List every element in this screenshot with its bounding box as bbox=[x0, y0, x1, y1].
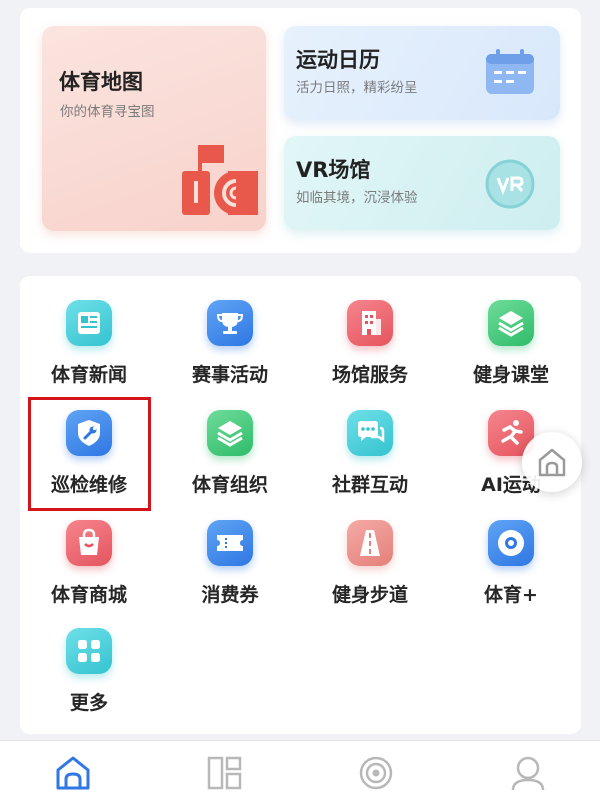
building-icon bbox=[347, 300, 393, 346]
feature-card: 体育地图 你的体育寻宝图 运动日历 活力日照，精彩纷呈 VR场馆 如临其境，沉浸… bbox=[20, 8, 581, 253]
service-venue[interactable]: 场馆服务 bbox=[315, 300, 425, 400]
ticket-icon bbox=[207, 520, 253, 566]
shopping-bag-icon bbox=[66, 520, 112, 566]
service-sports-plus[interactable]: 体育+ bbox=[456, 520, 566, 620]
service-label: 体育新闻 bbox=[50, 364, 127, 386]
sports-map-subtitle: 你的体育寻宝图 bbox=[60, 104, 155, 120]
trophy-icon bbox=[207, 300, 253, 346]
target-icon bbox=[359, 756, 393, 790]
sports-map-title: 体育地图 bbox=[59, 70, 143, 94]
tab-home[interactable] bbox=[53, 753, 93, 793]
service-sports-org[interactable]: 体育组织 bbox=[175, 410, 285, 510]
service-label: 健身课堂 bbox=[472, 364, 549, 386]
user-icon bbox=[511, 756, 545, 791]
grid-icon bbox=[66, 628, 112, 674]
highlight-box bbox=[28, 397, 151, 511]
road-icon bbox=[347, 520, 393, 566]
chat-bubbles-icon bbox=[347, 410, 393, 456]
service-label: 消费券 bbox=[201, 584, 259, 606]
service-label: 体育组织 bbox=[191, 474, 268, 496]
service-label: 场馆服务 bbox=[331, 364, 408, 386]
service-label: 体育商城 bbox=[50, 584, 127, 606]
service-sports-news[interactable]: 体育新闻 bbox=[34, 300, 144, 400]
service-fitness-class[interactable]: 健身课堂 bbox=[456, 300, 566, 400]
service-events[interactable]: 赛事活动 bbox=[175, 300, 285, 400]
vr-venue-tile[interactable]: VR场馆 如临其境，沉浸体验 bbox=[284, 136, 560, 230]
tab-target[interactable] bbox=[356, 753, 396, 793]
service-more[interactable]: 更多 bbox=[34, 628, 144, 728]
floating-home-button[interactable] bbox=[522, 432, 582, 492]
calendar-icon bbox=[484, 48, 538, 102]
service-label: 体育+ bbox=[484, 584, 538, 606]
home-icon bbox=[538, 448, 566, 477]
vr-venue-title: VR场馆 bbox=[296, 158, 371, 182]
sports-calendar-title: 运动日历 bbox=[296, 48, 380, 72]
map-flag-icon bbox=[178, 141, 258, 225]
service-fitness-trail[interactable]: 健身步道 bbox=[315, 520, 425, 620]
service-label: 健身步道 bbox=[331, 584, 408, 606]
sports-map-tile[interactable]: 体育地图 你的体育寻宝图 bbox=[42, 26, 266, 231]
vr-venue-subtitle: 如临其境，沉浸体验 bbox=[296, 190, 418, 206]
newspaper-icon bbox=[66, 300, 112, 346]
dashboard-icon bbox=[207, 756, 242, 790]
sports-calendar-tile[interactable]: 运动日历 活力日照，精彩纷呈 bbox=[284, 26, 560, 120]
layers-icon bbox=[207, 410, 253, 456]
service-sports-mall[interactable]: 体育商城 bbox=[34, 520, 144, 620]
vr-icon bbox=[484, 158, 538, 216]
service-label: 更多 bbox=[69, 692, 108, 714]
tab-dashboard[interactable] bbox=[205, 753, 245, 793]
service-community[interactable]: 社群互动 bbox=[315, 410, 425, 510]
tab-profile[interactable] bbox=[508, 753, 548, 793]
service-label: 社群互动 bbox=[331, 474, 408, 496]
layers-icon bbox=[488, 300, 534, 346]
sports-calendar-subtitle: 活力日照，精彩纷呈 bbox=[296, 80, 418, 96]
service-coupons[interactable]: 消费券 bbox=[175, 520, 285, 620]
bottom-tab-bar bbox=[0, 740, 600, 798]
service-label: 赛事活动 bbox=[191, 364, 268, 386]
home-icon bbox=[56, 756, 90, 790]
disc-icon bbox=[488, 520, 534, 566]
